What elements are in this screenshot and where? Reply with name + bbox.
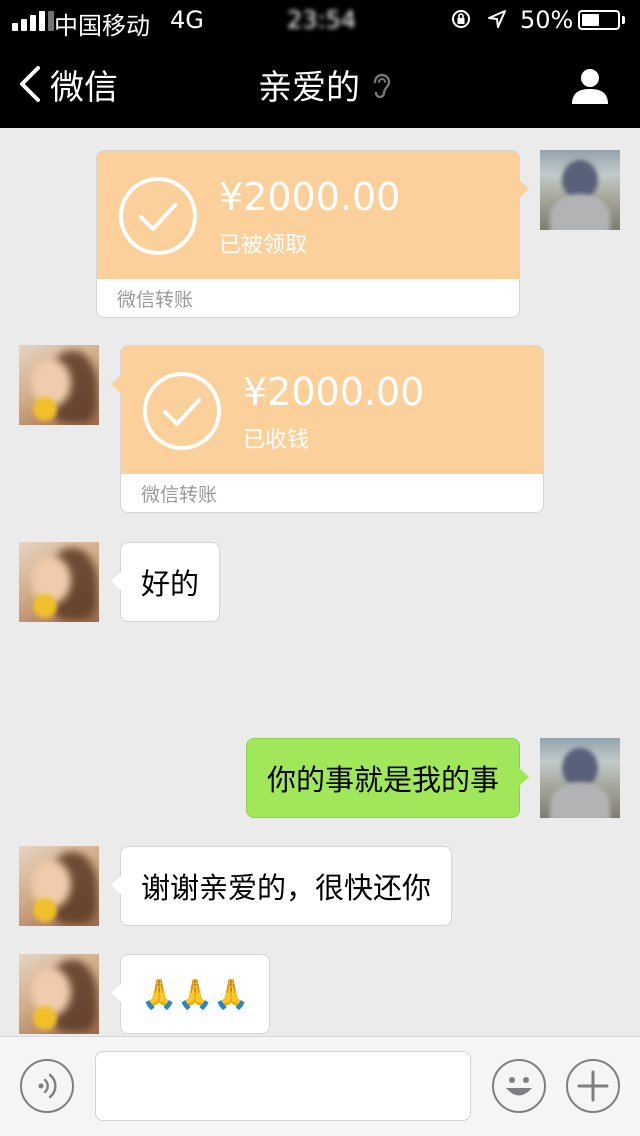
transfer-footer-label: 微信转账 (141, 484, 218, 506)
contact-profile-icon[interactable] (568, 64, 612, 108)
transfer-card-top: ¥2000.00 已收钱 (121, 346, 543, 474)
carrier-name: 中国移动 (54, 12, 150, 40)
check-circle-icon (119, 177, 197, 255)
contact-avatar[interactable] (19, 954, 99, 1034)
message-bubble-received[interactable]: 好的 (111, 542, 221, 622)
transfer-amount: ¥2000.00 (243, 370, 425, 414)
back-button[interactable]: 微信 (16, 62, 118, 108)
bubble-tail (111, 374, 122, 394)
my-avatar[interactable] (540, 738, 620, 818)
message-text: 你的事就是我的事 (266, 763, 499, 797)
transfer-card-received[interactable]: ¥2000.00 已收钱 微信转账 (111, 345, 544, 513)
message-text: 🙏🙏🙏 (141, 976, 250, 1011)
contact-avatar[interactable] (19, 846, 99, 926)
bubble-tail (518, 179, 529, 199)
transfer-status: 已被领取 (219, 233, 308, 258)
bubble-tail (111, 983, 122, 1003)
nav-bar: 微信 亲爱的 (0, 40, 640, 128)
contact-avatar[interactable] (19, 542, 99, 622)
message-text: 好的 (141, 567, 200, 601)
bubble-tail (518, 767, 529, 787)
status-bar: 中国移动 4G 23:54 50% (0, 0, 640, 40)
chat-screen: 中国移动 4G 23:54 50% 微信 亲爱的 ¥2000.00 已被领取 微… (0, 0, 640, 1136)
voice-input-button[interactable] (20, 1059, 74, 1113)
smiley-icon (506, 1077, 532, 1096)
bubble-tail (111, 571, 122, 591)
network-type: 4G (170, 6, 204, 34)
status-time: 23:54 (287, 6, 357, 34)
check-circle-icon (143, 372, 221, 450)
message-input[interactable] (95, 1051, 471, 1121)
message-bubble-sent[interactable]: 你的事就是我的事 (245, 738, 529, 818)
back-label: 微信 (50, 67, 118, 108)
signal-strength-icon (12, 11, 54, 31)
message-bubble-received[interactable]: 谢谢亲爱的，很快还你 (111, 846, 453, 926)
earpiece-mode-icon (373, 73, 391, 99)
chevron-left-icon (20, 66, 40, 102)
chat-title: 亲爱的 (258, 68, 360, 108)
message-text: 谢谢亲爱的，很快还你 (141, 871, 432, 905)
my-avatar[interactable] (540, 150, 620, 230)
message-bubble-received[interactable]: 🙏🙏🙏 (111, 954, 271, 1034)
plus-icon (577, 1070, 609, 1102)
emoji-button[interactable] (492, 1059, 546, 1113)
transfer-card-sent[interactable]: ¥2000.00 已被领取 微信转账 (96, 150, 529, 318)
contact-avatar[interactable] (19, 345, 99, 425)
input-bar (0, 1036, 640, 1136)
transfer-footer-label: 微信转账 (117, 289, 194, 311)
battery-icon (578, 10, 620, 30)
battery-percentage: 50% (520, 6, 574, 34)
transfer-amount: ¥2000.00 (219, 175, 401, 219)
voice-wave-icon (38, 1073, 57, 1099)
rotation-lock-icon (452, 10, 470, 28)
location-arrow-icon (488, 10, 506, 28)
battery-tip (622, 16, 625, 24)
bubble-tail (111, 875, 122, 895)
more-actions-button[interactable] (566, 1059, 620, 1113)
transfer-card-top: ¥2000.00 已被领取 (97, 151, 519, 279)
transfer-status: 已收钱 (243, 428, 310, 453)
